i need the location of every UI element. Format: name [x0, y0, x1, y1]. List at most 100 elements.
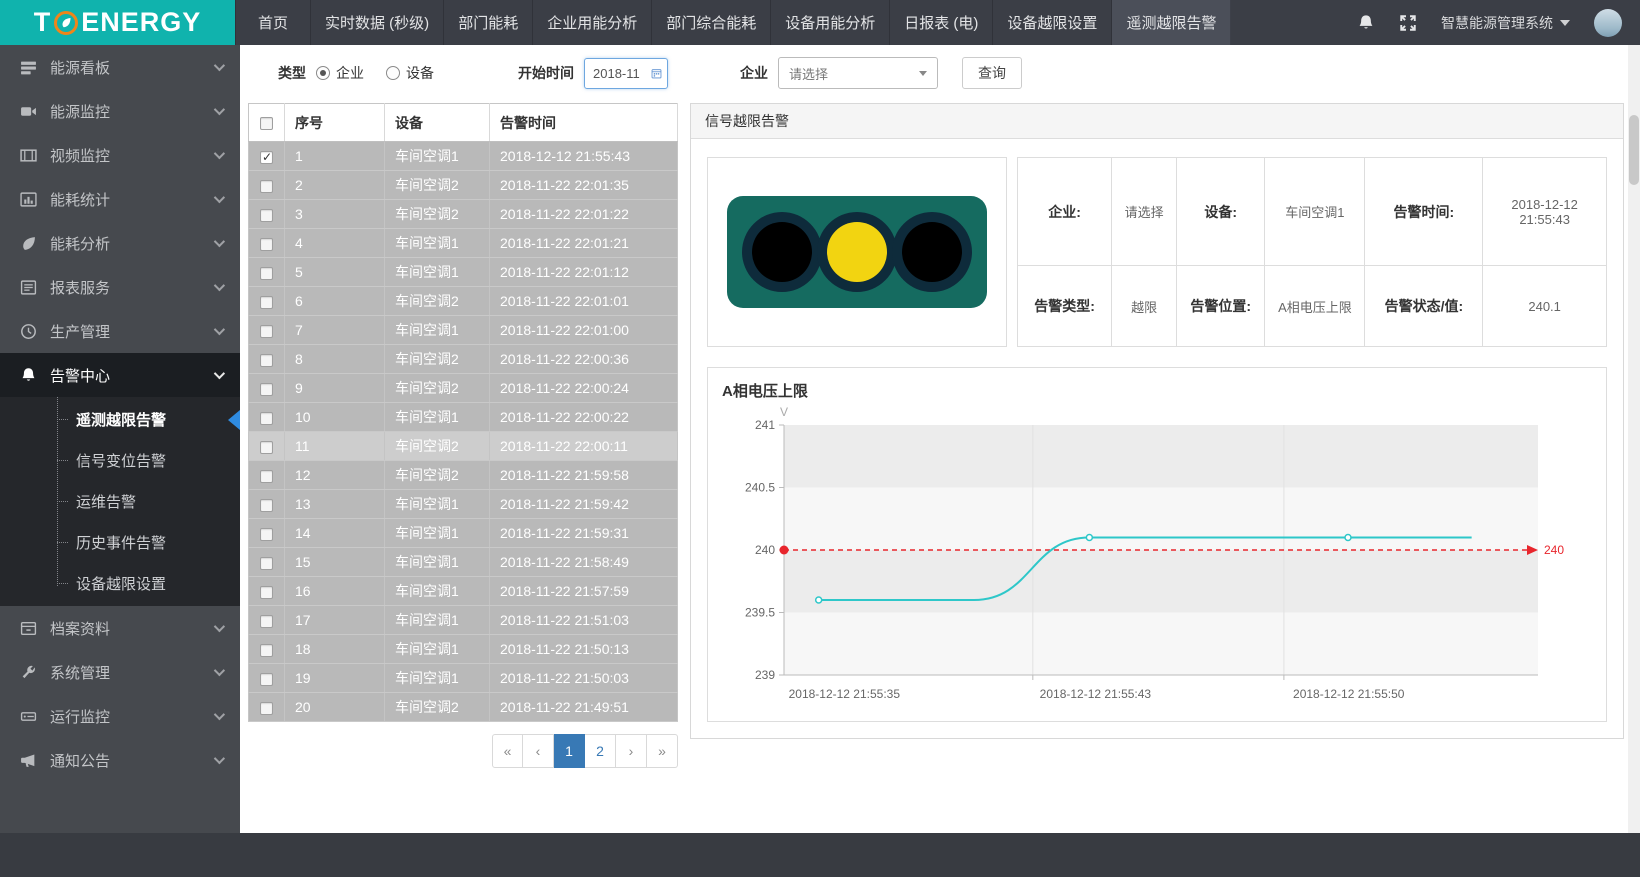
bell-icon[interactable] — [1357, 14, 1375, 32]
nav-item-1[interactable]: 实时数据 (秒级) — [311, 0, 444, 45]
table-row[interactable]: 15车间空调12018-11-22 21:58:49 — [249, 548, 678, 577]
radio-company-label[interactable]: 企业 — [336, 63, 364, 83]
calendar-icon[interactable] — [651, 66, 662, 81]
sidebar-subitem-4[interactable]: 设备越限设置 — [0, 563, 240, 604]
row-checkbox[interactable] — [260, 470, 273, 483]
chevron-down-icon — [214, 104, 225, 115]
table-row[interactable]: 8车间空调22018-11-22 22:00:36 — [249, 345, 678, 374]
sidebar-item-4[interactable]: 能耗分析 — [0, 221, 240, 265]
fullscreen-icon[interactable] — [1399, 14, 1417, 32]
nav-item-8[interactable]: 遥测越限告警 — [1112, 0, 1231, 45]
row-checkbox[interactable] — [260, 238, 273, 251]
avatar[interactable] — [1594, 9, 1622, 37]
row-checkbox[interactable] — [260, 528, 273, 541]
sidebar-item-2[interactable]: 视频监控 — [0, 133, 240, 177]
row-checkbox[interactable] — [260, 151, 273, 164]
page-nav-5[interactable]: » — [647, 734, 678, 768]
sidebar-item-11[interactable]: 通知公告 — [0, 738, 240, 782]
row-checkbox[interactable] — [260, 673, 273, 686]
radio-device[interactable] — [386, 66, 400, 80]
row-checkbox[interactable] — [260, 267, 273, 280]
table-row[interactable]: 12车间空调22018-11-22 21:59:58 — [249, 461, 678, 490]
cell-time: 2018-11-22 21:50:03 — [490, 664, 678, 693]
query-button[interactable]: 查询 — [962, 57, 1022, 89]
cell-seq: 17 — [285, 606, 385, 635]
detail-label: 企业: — [1018, 158, 1112, 266]
row-checkbox[interactable] — [260, 586, 273, 599]
sidebar-subitem-3[interactable]: 历史事件告警 — [0, 522, 240, 563]
nav-item-4[interactable]: 部门综合能耗 — [652, 0, 771, 45]
row-checkbox[interactable] — [260, 354, 273, 367]
cell-seq: 5 — [285, 258, 385, 287]
table-row[interactable]: 20车间空调22018-11-22 21:49:51 — [249, 693, 678, 722]
sidebar-subitem-0[interactable]: 遥测越限告警 — [0, 399, 240, 440]
row-checkbox[interactable] — [260, 644, 273, 657]
row-checkbox[interactable] — [260, 702, 273, 715]
table-row[interactable]: 11车间空调22018-11-22 22:00:11 — [249, 432, 678, 461]
radio-company[interactable] — [316, 66, 330, 80]
page-nav-4[interactable]: › — [616, 734, 647, 768]
radio-device-label[interactable]: 设备 — [406, 63, 434, 83]
traffic-light-icon — [727, 196, 987, 308]
sidebar-item-0[interactable]: 能源看板 — [0, 45, 240, 89]
svg-text:239: 239 — [755, 668, 775, 682]
sidebar-item-6[interactable]: 生产管理 — [0, 309, 240, 353]
nav-item-7[interactable]: 设备越限设置 — [993, 0, 1112, 45]
table-row[interactable]: 1车间空调12018-12-12 21:55:43 — [249, 142, 678, 171]
sidebar-item-7[interactable]: 告警中心 — [0, 353, 240, 397]
system-title-menu[interactable]: 智慧能源管理系统 — [1441, 13, 1570, 33]
table-row[interactable]: 19车间空调12018-11-22 21:50:03 — [249, 664, 678, 693]
sidebar-item-label: 视频监控 — [50, 145, 214, 166]
table-row[interactable]: 14车间空调12018-11-22 21:59:31 — [249, 519, 678, 548]
page-scrollbar[interactable] — [1628, 45, 1640, 833]
voltage-chart-card: A相电压上限 241240.5240239.5239V2018-12-12 21… — [707, 367, 1607, 722]
sidebar-subitem-2[interactable]: 运维告警 — [0, 481, 240, 522]
page-nav-0[interactable]: « — [492, 734, 523, 768]
sidebar-item-label: 系统管理 — [50, 662, 214, 683]
cell-device: 车间空调1 — [385, 577, 490, 606]
table-row[interactable]: 18车间空调12018-11-22 21:50:13 — [249, 635, 678, 664]
row-checkbox[interactable] — [260, 383, 273, 396]
page-2[interactable]: 2 — [585, 734, 616, 768]
cell-time: 2018-11-22 21:59:42 — [490, 490, 678, 519]
nav-item-2[interactable]: 部门能耗 — [444, 0, 533, 45]
start-time-input[interactable] — [593, 66, 647, 81]
table-row[interactable]: 9车间空调22018-11-22 22:00:24 — [249, 374, 678, 403]
table-row[interactable]: 3车间空调22018-11-22 22:01:22 — [249, 200, 678, 229]
table-row[interactable]: 4车间空调12018-11-22 22:01:21 — [249, 229, 678, 258]
scrollbar-thumb[interactable] — [1629, 115, 1639, 185]
sidebar-item-9[interactable]: 系统管理 — [0, 650, 240, 694]
table-row[interactable]: 7车间空调12018-11-22 22:01:00 — [249, 316, 678, 345]
row-checkbox[interactable] — [260, 180, 273, 193]
table-row[interactable]: 2车间空调22018-11-22 22:01:35 — [249, 171, 678, 200]
table-row[interactable]: 16车间空调12018-11-22 21:57:59 — [249, 577, 678, 606]
sidebar-item-5[interactable]: 报表服务 — [0, 265, 240, 309]
sidebar-item-3[interactable]: 能耗统计 — [0, 177, 240, 221]
row-checkbox[interactable] — [260, 615, 273, 628]
nav-item-3[interactable]: 企业用能分析 — [533, 0, 652, 45]
table-row[interactable]: 17车间空调12018-11-22 21:51:03 — [249, 606, 678, 635]
nav-item-5[interactable]: 设备用能分析 — [771, 0, 890, 45]
table-row[interactable]: 5车间空调12018-11-22 22:01:12 — [249, 258, 678, 287]
sidebar-item-8[interactable]: 档案资料 — [0, 606, 240, 650]
detail-row-0: 企业:请选择设备:车间空调1告警时间:2018-12-12 21:55:43 — [1018, 158, 1607, 266]
table-row[interactable]: 10车间空调12018-11-22 22:00:22 — [249, 403, 678, 432]
page-1[interactable]: 1 — [554, 734, 585, 768]
row-checkbox[interactable] — [260, 209, 273, 222]
row-checkbox[interactable] — [260, 557, 273, 570]
page-nav-1[interactable]: ‹ — [523, 734, 554, 768]
row-checkbox[interactable] — [260, 499, 273, 512]
row-checkbox[interactable] — [260, 441, 273, 454]
table-row[interactable]: 6车间空调22018-11-22 22:01:01 — [249, 287, 678, 316]
nav-item-6[interactable]: 日报表 (电) — [890, 0, 993, 45]
row-checkbox[interactable] — [260, 412, 273, 425]
select-all-checkbox[interactable] — [260, 117, 273, 130]
row-checkbox[interactable] — [260, 325, 273, 338]
company-select[interactable]: 请选择 — [778, 57, 938, 89]
nav-item-0[interactable]: 首页 — [235, 0, 311, 45]
sidebar-item-1[interactable]: 能源监控 — [0, 89, 240, 133]
sidebar-item-10[interactable]: 运行监控 — [0, 694, 240, 738]
sidebar-subitem-1[interactable]: 信号变位告警 — [0, 440, 240, 481]
row-checkbox[interactable] — [260, 296, 273, 309]
table-row[interactable]: 13车间空调12018-11-22 21:59:42 — [249, 490, 678, 519]
